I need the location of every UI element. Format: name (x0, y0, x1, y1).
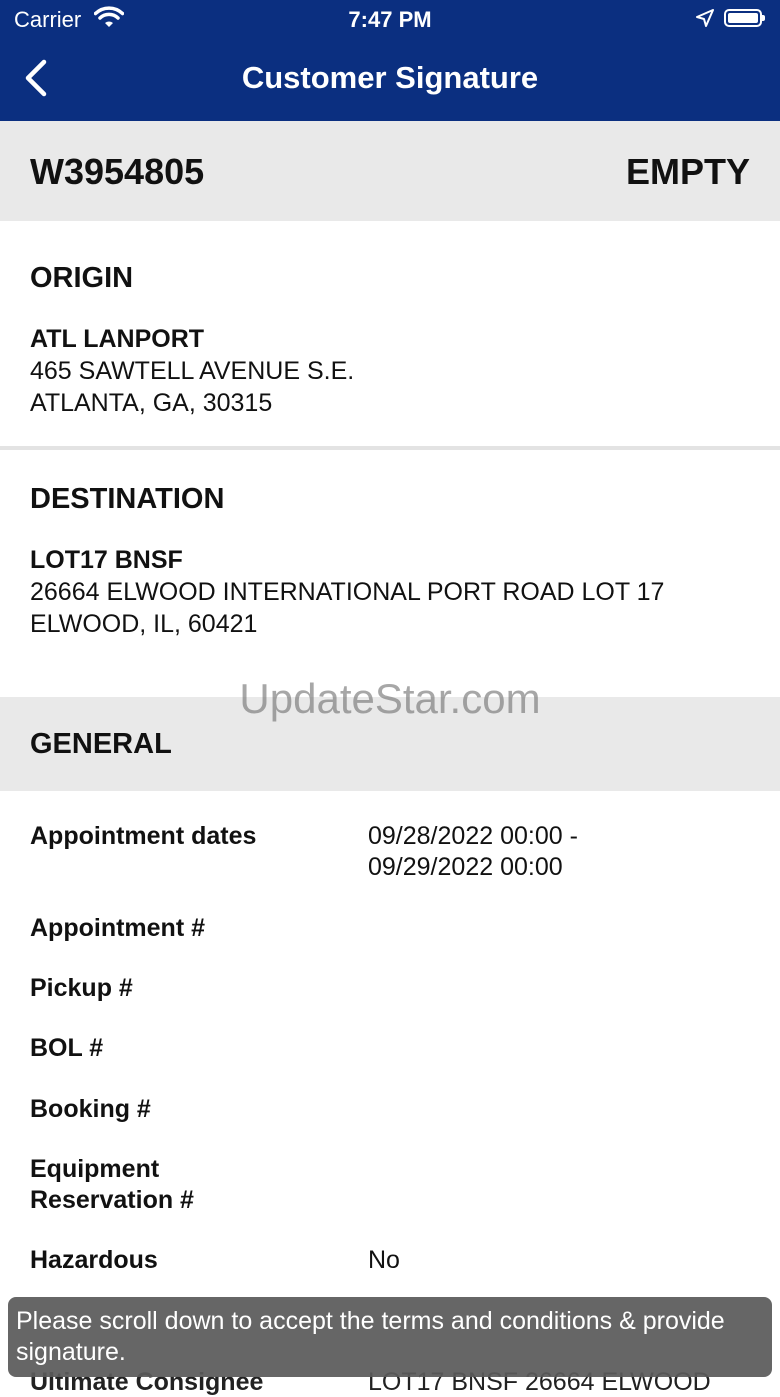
origin-title: ORIGIN (30, 262, 134, 294)
origin-street: 465 SAWTELL AVENUE S.E. (30, 357, 355, 385)
general-title: GENERAL (30, 728, 172, 760)
watermark: UpdateStar.com (239, 675, 541, 722)
destination-city: ELWOOD, IL, 60421 (30, 610, 258, 638)
booking-number-label: Booking # (30, 1095, 151, 1123)
destination-title: DESTINATION (30, 483, 225, 515)
hazardous-value: No (368, 1246, 400, 1274)
clock-time: 7:47 PM (348, 7, 432, 32)
origin-name: ATL LANPORT (30, 325, 205, 353)
destination-name: LOT17 BNSF (30, 546, 183, 574)
equipment-reservation-label: Equipment Reservation # (30, 1155, 194, 1214)
page-title: Customer Signature (241, 60, 539, 95)
battery-icon (724, 9, 765, 27)
appointment-dates-value: 09/28/2022 00:00 - 09/29/2022 00:00 (368, 822, 578, 881)
load-status: EMPTY (625, 151, 750, 192)
bol-number-label: BOL # (30, 1034, 104, 1062)
destination-street: 26664 ELWOOD INTERNATIONAL PORT ROAD LOT… (30, 578, 665, 606)
shipment-header: W3954805 EMPTY (0, 121, 780, 221)
toast-message: Please scroll down to accept the terms a… (16, 1307, 725, 1366)
shipment-id: W3954805 (30, 151, 205, 192)
scroll-hint-toast: Please scroll down to accept the terms a… (8, 1297, 772, 1377)
section-divider (0, 446, 780, 450)
appointment-number-label: Appointment # (30, 914, 205, 942)
appointment-dates-label: Appointment dates (30, 822, 257, 850)
location-arrow-icon (696, 9, 714, 32)
hazardous-label: Hazardous (30, 1246, 158, 1274)
status-bar: Carrier 7:47 PM (0, 0, 780, 40)
origin-city: ATLANTA, GA, 30315 (30, 389, 273, 417)
navigation-bar: Customer Signature (0, 40, 780, 121)
pickup-number-label: Pickup # (30, 974, 133, 1002)
